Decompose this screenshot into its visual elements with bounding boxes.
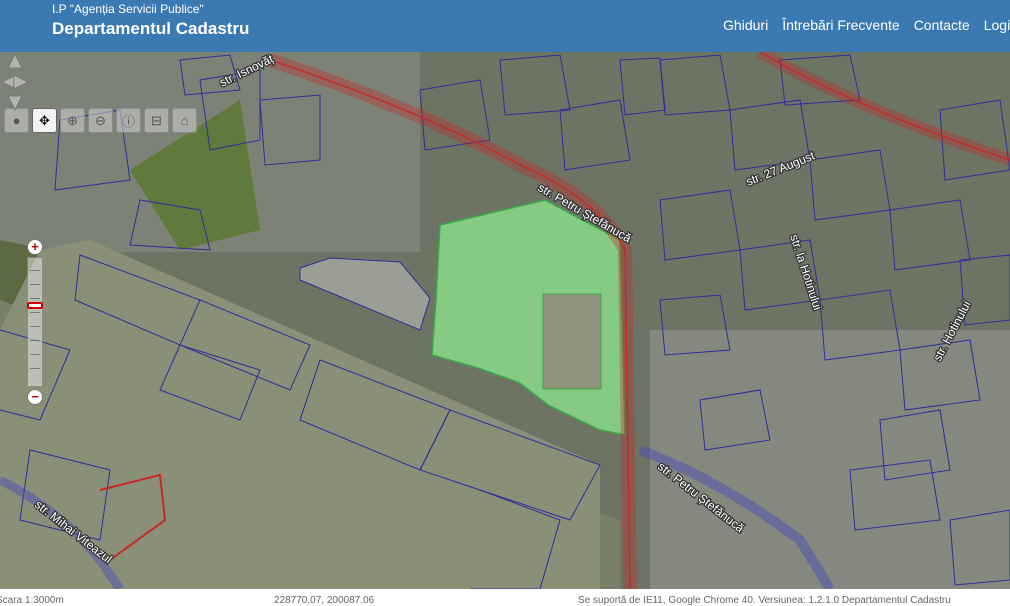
nav-faq[interactable]: Întrebări Frecvente [782,17,900,33]
measure-icon[interactable]: ⊟ [144,108,169,133]
agency-name: I.P "Agenția Servicii Publice" [52,2,204,16]
zoom-slider[interactable]: + − [27,239,43,405]
browser-support-text: Se suportă de IE11, Google Chrome 40. Ve… [578,595,951,606]
nav-contacte[interactable]: Contacte [914,17,970,33]
coordinates: 228770.07, 200087.06 [274,595,375,606]
zoom-plus-button[interactable]: + [27,239,43,255]
nav-ghiduri[interactable]: Ghiduri [723,17,768,33]
map-toolbar: ● ✥ ⊕ ⊖ ⓘ ⊟ ⌂ [4,108,197,133]
pan-icon[interactable]: ✥ [32,108,57,133]
scale-text: Scara 1:3000m [0,595,64,606]
top-nav: Ghiduri Întrebări Frecvente Contacte Log… [723,17,1010,33]
header-bar: I.P "Agenția Servicii Publice" Departame… [0,0,1010,52]
zoom-minus-button[interactable]: − [27,389,43,405]
cadastral-map[interactable]: str. Isnovăț str. Petru Ștefănucă str. 2… [0,52,1010,589]
zoom-knob[interactable] [27,302,43,309]
zoom-out-icon[interactable]: ⊖ [88,108,113,133]
zoom-in-icon[interactable]: ⊕ [60,108,85,133]
zoom-track[interactable] [27,257,43,387]
nav-login[interactable]: Login [984,17,1010,33]
status-bar: Scara 1:3000m 228770.07, 200087.06 Se su… [0,589,1010,606]
info-icon[interactable]: ⓘ [116,108,141,133]
pan-control[interactable] [0,52,30,112]
department-title[interactable]: Departamentul Cadastru [52,19,249,39]
home-icon[interactable]: ⌂ [172,108,197,133]
